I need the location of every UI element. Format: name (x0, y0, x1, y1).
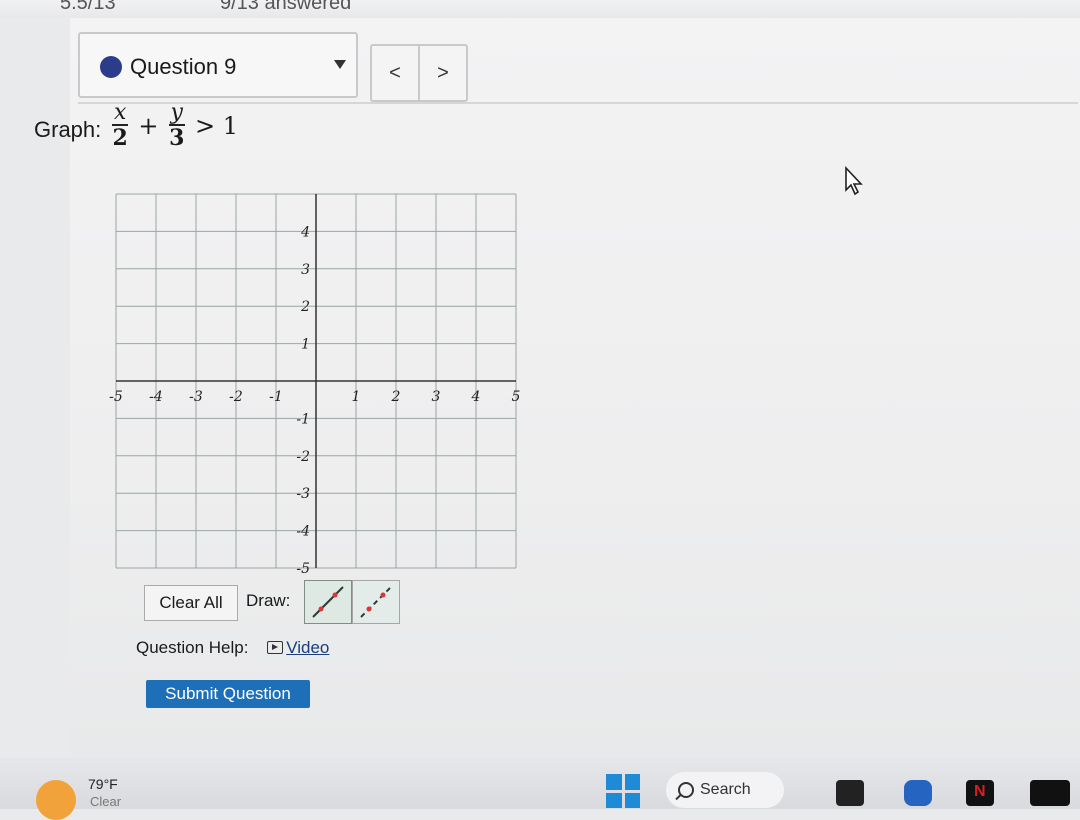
coordinate-graph[interactable]: -5 -4 -3 -2 -1 1 2 3 4 5 4 3 2 1 -1 -2 -3 -4 -5 (108, 186, 524, 576)
fraction-y-over-3: y 3 (168, 100, 185, 151)
y-tick-label: -1 (296, 411, 310, 427)
y-tick-label: 4 (300, 224, 310, 240)
x-tick-label: 1 (352, 389, 361, 405)
answered-count: 9/13 answered (220, 0, 352, 14)
taskbar-search[interactable]: Search (666, 772, 784, 808)
x-tick-labels: -5 -4 -3 -2 -1 1 2 3 4 5 (109, 389, 520, 405)
graph-prompt: Graph: (34, 117, 102, 142)
y-tick-label: -4 (296, 524, 310, 540)
help-label: Question Help: (136, 638, 249, 657)
weather-temperature: 79°F (88, 776, 118, 792)
search-label: Search (700, 781, 751, 798)
question-status-dot (100, 56, 122, 78)
chat-app-icon[interactable] (904, 780, 932, 806)
x-tick-label: 5 (512, 389, 521, 405)
video-link-label: Video (286, 638, 330, 657)
x-tick-label: 3 (432, 389, 441, 405)
question-help: Question Help: Video (136, 638, 329, 658)
mouse-cursor-icon (845, 166, 863, 196)
x-tick-label: -1 (269, 389, 283, 405)
inequality-expression: x 2 + y 3 > 1 (108, 102, 244, 150)
fraction-numerator: x (112, 100, 129, 126)
fraction-numerator: y (168, 100, 185, 126)
submit-question-button[interactable]: Submit Question (146, 680, 310, 708)
app-icon[interactable] (1030, 780, 1070, 806)
score-text: 5.5/13 (60, 0, 116, 14)
relation: > 1 (194, 112, 238, 140)
weather-condition: Clear (90, 794, 122, 809)
draw-label: Draw: (246, 591, 291, 610)
y-tick-label: -5 (296, 561, 310, 576)
dashed-line-tool-button[interactable] (352, 580, 400, 624)
x-tick-label: -4 (149, 389, 163, 405)
weather-icon[interactable] (36, 780, 76, 820)
previous-question-button[interactable]: < (372, 46, 420, 100)
next-question-button[interactable]: > (420, 46, 466, 100)
y-tick-label: -2 (296, 449, 310, 465)
y-tick-label: -3 (296, 486, 310, 502)
question-nav: < > (370, 44, 468, 102)
fraction-x-over-2: x 2 (112, 100, 129, 151)
y-tick-label: 2 (300, 299, 310, 315)
windows-start-icon[interactable] (606, 774, 640, 808)
file-explorer-icon[interactable] (836, 780, 864, 806)
solid-line-tool-button[interactable] (304, 580, 352, 624)
clear-all-button[interactable]: Clear All (144, 585, 238, 621)
x-tick-label: -2 (229, 389, 243, 405)
fraction-denominator: 2 (112, 125, 128, 151)
dropdown-caret-icon (334, 60, 346, 69)
question-selector[interactable]: Question 9 (78, 32, 358, 98)
video-icon (267, 641, 284, 654)
x-tick-label: 4 (471, 389, 481, 405)
netflix-icon[interactable] (966, 780, 994, 806)
x-tick-label: 2 (391, 389, 401, 405)
search-icon (678, 782, 694, 798)
x-tick-label: -3 (189, 389, 203, 405)
y-tick-label: 1 (301, 337, 310, 353)
dashed-line-icon (360, 586, 392, 618)
top-status-strip: 5.5/13 9/13 answered (0, 0, 1080, 18)
y-tick-label: 3 (301, 262, 310, 278)
plus-sign: + (138, 112, 159, 140)
video-link[interactable]: Video (267, 638, 329, 657)
taskbar: 79°F Clear Search (0, 758, 1080, 820)
fraction-denominator: 3 (169, 125, 185, 151)
solid-line-icon (312, 586, 344, 618)
y-tick-labels: 4 3 2 1 -1 -2 -3 -4 -5 (296, 224, 310, 576)
question-label: Question 9 (130, 54, 237, 79)
axes (116, 194, 516, 568)
x-tick-label: -5 (109, 389, 123, 405)
